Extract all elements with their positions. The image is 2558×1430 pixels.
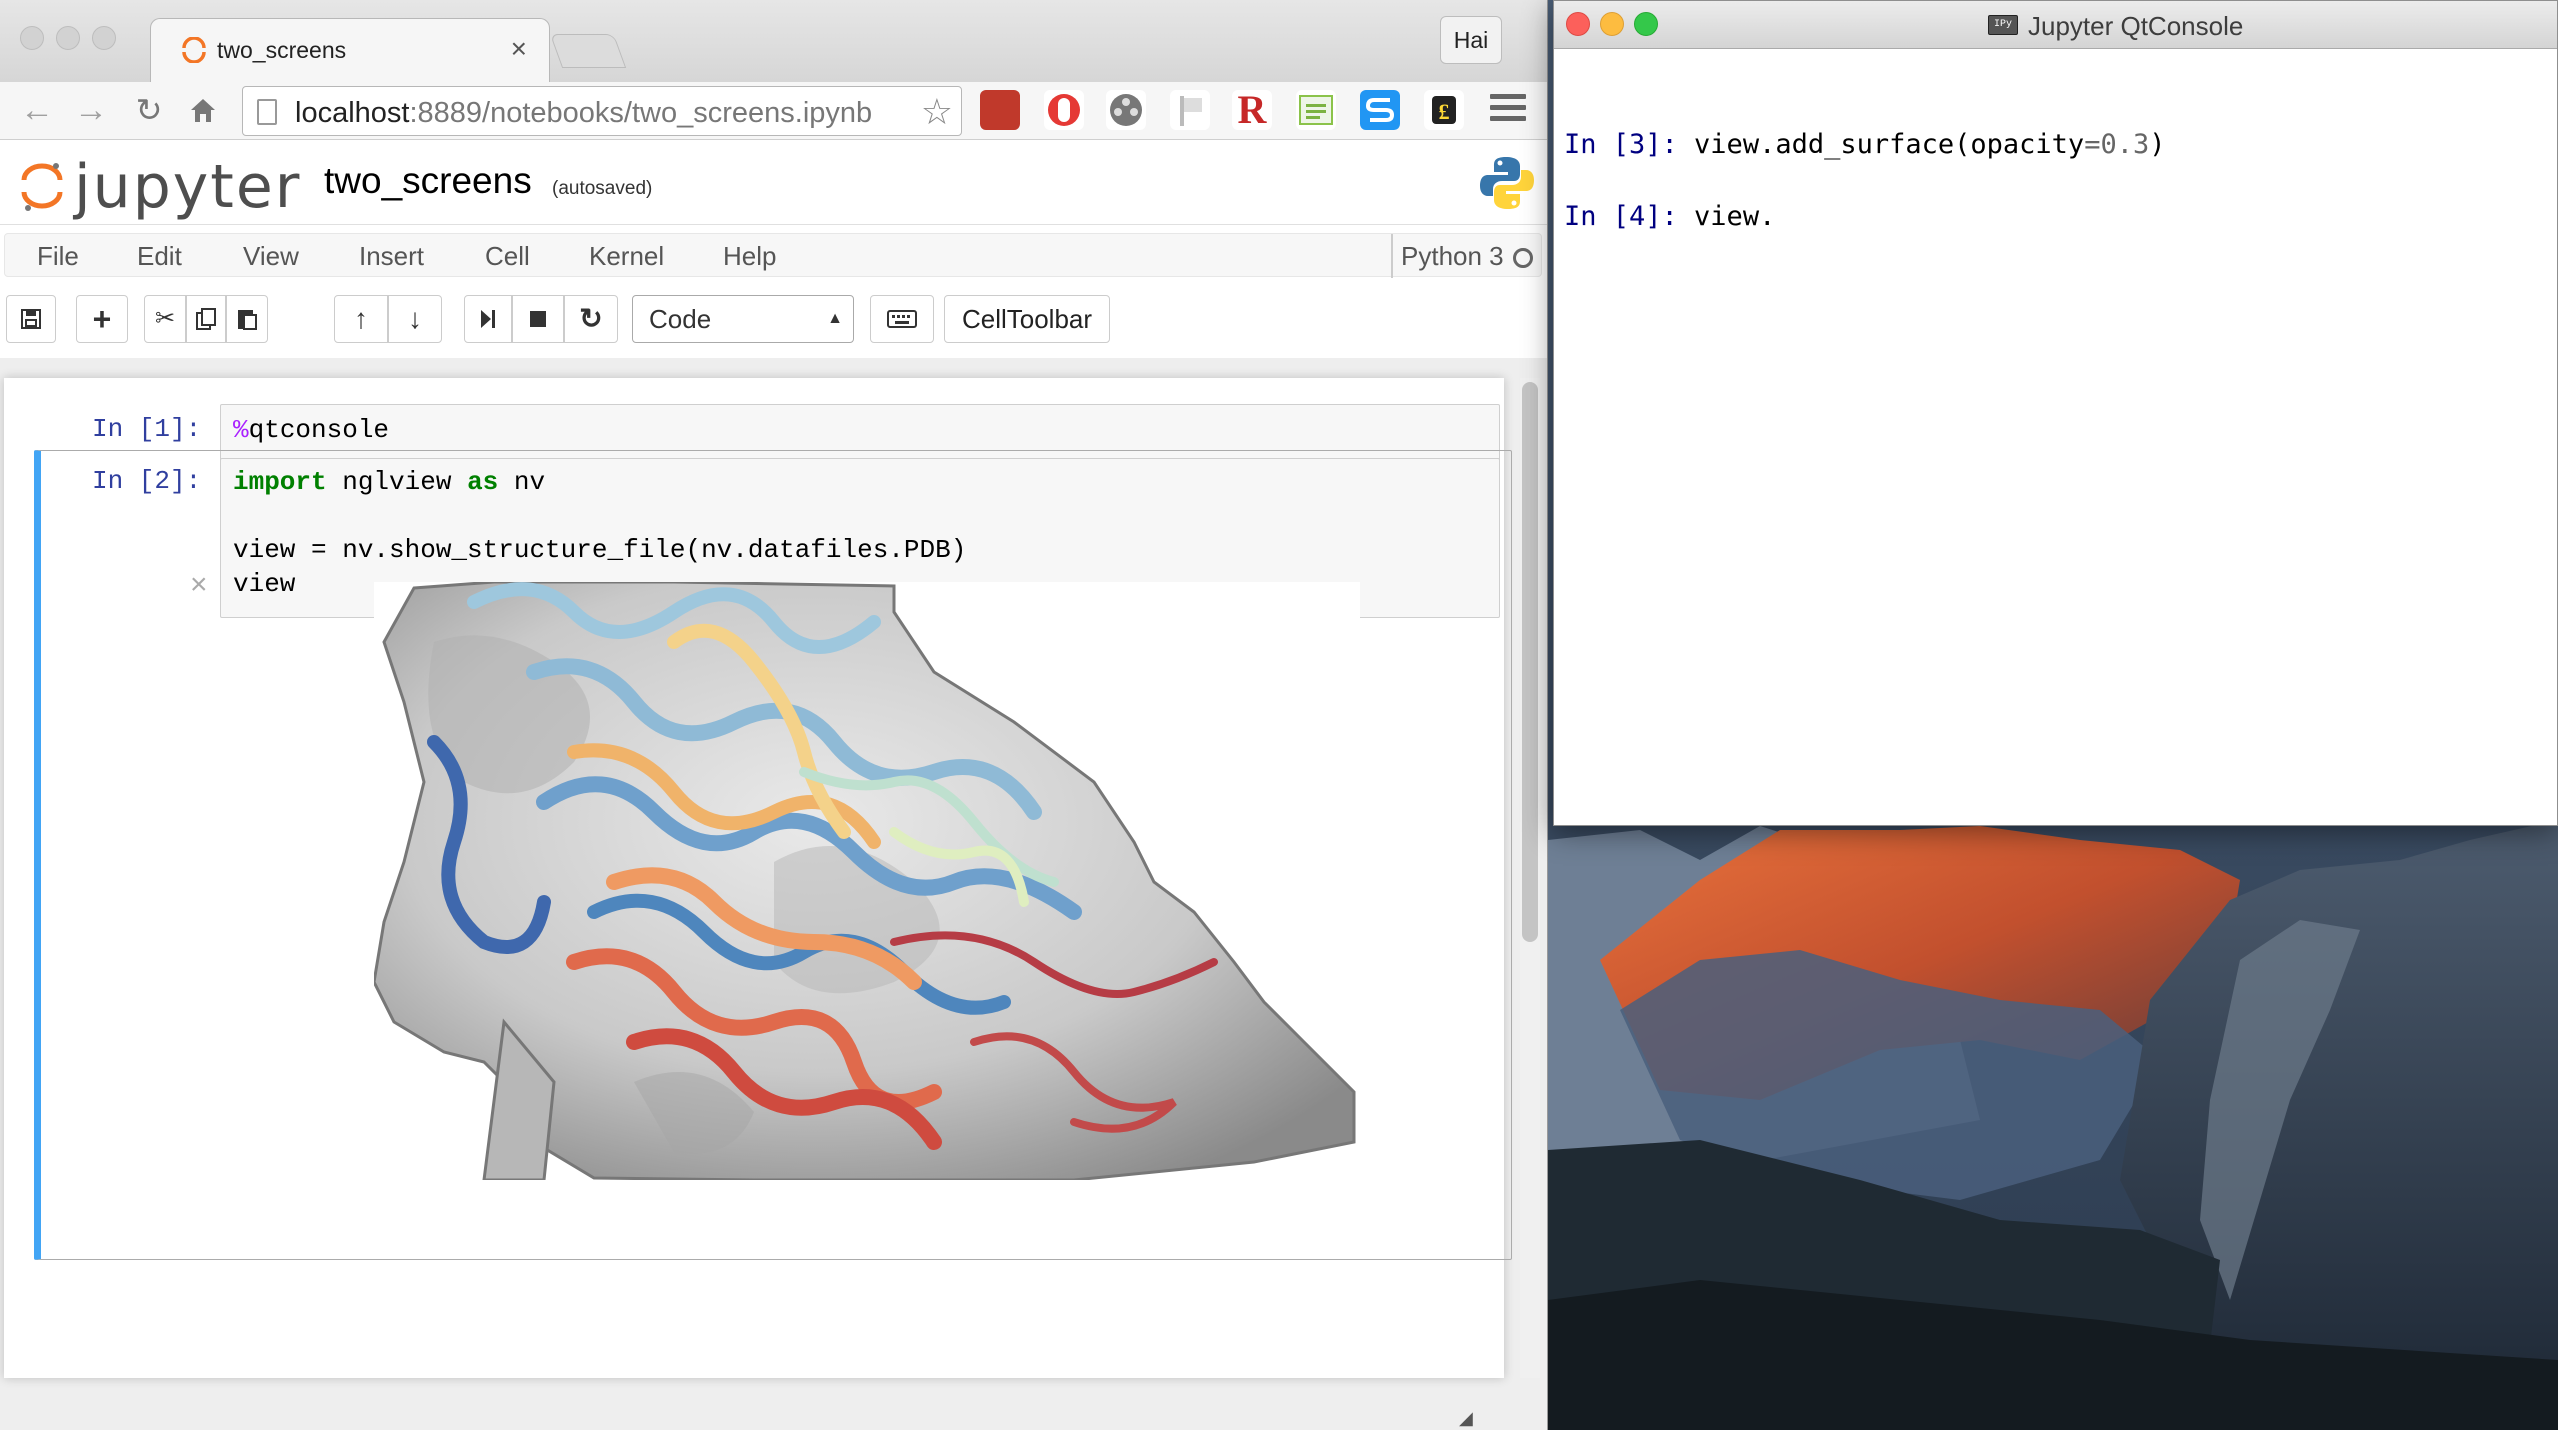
menu-kernel[interactable]: Kernel xyxy=(589,234,664,278)
qt-minimize-button[interactable] xyxy=(1600,12,1624,36)
logo-text: jupyter xyxy=(74,152,302,222)
restart-kernel-button[interactable]: ↻ xyxy=(564,295,618,343)
jupyter-favicon-icon xyxy=(182,37,206,63)
notebook-container: In [1]: %qtconsole In [2]: import nglvie… xyxy=(4,378,1512,1428)
python-logo-icon xyxy=(1480,157,1534,209)
arrow-up-icon: ↑ xyxy=(354,303,368,334)
tab-strip: two_screens × Hai xyxy=(0,0,1547,82)
bookmark-star-icon[interactable]: ☆ xyxy=(921,91,953,133)
notebook-scroll-area: In [1]: %qtconsole In [2]: import nglvie… xyxy=(0,358,1547,1430)
resize-handle-icon[interactable]: ◢ xyxy=(1459,1408,1473,1429)
copy-button[interactable] xyxy=(186,295,226,343)
insert-cell-button[interactable]: + xyxy=(76,295,128,343)
jupyter-menubar: File Edit View Insert Cell Kernel Help P… xyxy=(0,224,1547,373)
notebook-scrollbar[interactable] xyxy=(1520,378,1540,1378)
s-icon[interactable] xyxy=(1360,90,1400,130)
qt-zoom-button[interactable] xyxy=(1634,12,1658,36)
jupyter-logo[interactable]: jupyter xyxy=(20,150,300,222)
nglview-molecule-viewer[interactable] xyxy=(374,582,1360,1180)
jupyter-page: jupyter two_screens (autosaved) File Edi… xyxy=(0,140,1547,1430)
flag-icon[interactable] xyxy=(1170,90,1210,130)
home-glyph xyxy=(191,99,215,122)
menu-edit[interactable]: Edit xyxy=(137,234,182,278)
browser-window: two_screens × Hai ← → ↻ localhost:8889/n… xyxy=(0,0,1548,1430)
jupyter-header: jupyter two_screens (autosaved) xyxy=(0,140,1547,224)
move-down-button[interactable]: ↓ xyxy=(388,295,442,343)
back-icon[interactable]: ← xyxy=(16,90,58,132)
qtconsole-window: IPy Jupyter QtConsole In [3]: view.add_s… xyxy=(1553,0,2558,826)
cell-2-prompt: In [2]: xyxy=(92,466,202,496)
url-text[interactable]: localhost:8889/notebooks/two_screens.ipy… xyxy=(295,97,895,130)
notebook-name[interactable]: two_screens xyxy=(324,160,532,202)
output-close-icon[interactable]: × xyxy=(190,568,208,602)
save-button[interactable] xyxy=(6,295,56,343)
profile-button[interactable]: Hai xyxy=(1440,16,1502,64)
menu-insert[interactable]: Insert xyxy=(359,234,424,278)
qtconsole-title: Jupyter QtConsole xyxy=(2028,11,2244,41)
notebook-toolbar: + ✂ ↑ ↓ ↻ Code ▲▼ xyxy=(0,289,1547,373)
kernel-status-icon xyxy=(1513,248,1533,268)
opera-icon[interactable] xyxy=(1044,90,1084,130)
celltoolbar-button[interactable]: CellToolbar xyxy=(944,295,1110,343)
arrow-down-icon: ↓ xyxy=(408,303,422,334)
minimize-window-button[interactable] xyxy=(56,26,80,50)
run-icon xyxy=(481,310,495,328)
qt-close-button[interactable] xyxy=(1566,12,1590,36)
film-icon[interactable] xyxy=(1106,90,1146,130)
autosave-status: (autosaved) xyxy=(552,178,653,199)
paste-button[interactable] xyxy=(226,295,268,343)
command-palette-button[interactable] xyxy=(870,295,934,343)
interrupt-button[interactable] xyxy=(512,295,564,343)
console-line-3[interactable]: In [3]: view.add_surface(opacity=0.3) xyxy=(1564,129,2166,160)
svg-text:£: £ xyxy=(1439,99,1450,124)
console-line-4[interactable]: In [4]: view. xyxy=(1564,201,1775,232)
run-cell-button[interactable] xyxy=(464,295,512,343)
move-up-button[interactable]: ↑ xyxy=(334,295,388,343)
stop-icon xyxy=(530,311,546,327)
keyboard-icon xyxy=(887,310,917,328)
qtconsole-titlebar: IPy Jupyter QtConsole xyxy=(1554,1,2557,49)
browser-toolbar: ← → ↻ localhost:8889/notebooks/two_scree… xyxy=(0,82,1547,140)
menu-cell[interactable]: Cell xyxy=(485,234,530,278)
evernote-icon[interactable]: £ xyxy=(1424,90,1464,130)
menu-row: File Edit View Insert Cell Kernel Help P… xyxy=(4,233,1542,278)
ipython-app-icon: IPy xyxy=(1988,15,2018,35)
menu-view[interactable]: View xyxy=(243,234,299,278)
new-tab-button[interactable] xyxy=(549,34,627,68)
cut-button[interactable]: ✂ xyxy=(144,295,186,343)
tab-title: two_screens xyxy=(217,37,347,63)
feed-icon[interactable] xyxy=(1296,90,1336,130)
reload-icon[interactable]: ↻ xyxy=(128,90,170,132)
tab-close-icon[interactable]: × xyxy=(511,33,527,65)
jupyter-logo-icon xyxy=(21,163,63,211)
protein-surface-render xyxy=(374,582,1356,1180)
home-icon[interactable] xyxy=(182,90,224,132)
copy-icon xyxy=(196,308,216,330)
cut-icon: ✂ xyxy=(154,305,176,332)
cell-type-value: Code xyxy=(649,304,712,334)
close-window-button[interactable] xyxy=(20,26,44,50)
cell-type-select[interactable]: Code ▲▼ xyxy=(632,295,854,373)
save-icon xyxy=(21,309,41,329)
r-icon[interactable]: R xyxy=(1232,90,1272,130)
scroll-thumb[interactable] xyxy=(1522,382,1538,942)
cell-1-prompt: In [1]: xyxy=(92,414,202,444)
chrome-menu-icon[interactable] xyxy=(1490,94,1526,126)
zoom-window-button[interactable] xyxy=(92,26,116,50)
kernel-name: Python 3 xyxy=(1391,234,1504,278)
plus-icon: + xyxy=(92,301,112,337)
paste-icon xyxy=(238,310,257,330)
menu-help[interactable]: Help xyxy=(723,234,776,278)
menu-file[interactable]: File xyxy=(37,234,79,278)
restart-icon: ↻ xyxy=(579,303,603,334)
page-icon xyxy=(257,99,277,125)
address-bar[interactable]: localhost:8889/notebooks/two_screens.ipy… xyxy=(242,86,962,136)
browser-tab[interactable]: two_screens × xyxy=(150,18,550,82)
forward-icon[interactable]: → xyxy=(70,90,112,132)
bookmark-icon[interactable] xyxy=(980,90,1020,130)
